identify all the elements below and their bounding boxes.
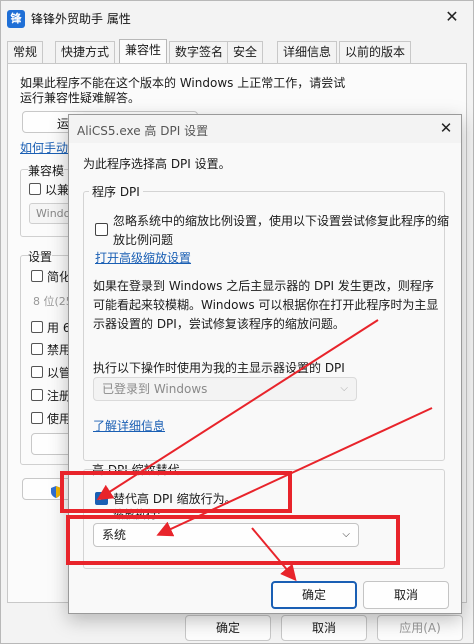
app-icon: 锋 [7,10,25,28]
scaling-mode-select[interactable]: 系统 ⌵ [93,523,359,547]
tab-shortcut[interactable]: 快捷方式 [55,41,116,63]
settings-checkbox-4[interactable] [31,366,43,378]
properties-ok-button[interactable]: 确定 [185,615,271,641]
shield-icon [51,486,61,498]
tab-digital-signature[interactable]: 数字签名 [169,41,230,63]
properties-cancel-button[interactable]: 取消 [281,615,367,641]
dialog-title: AliCS5.exe 高 DPI 设置 [77,124,209,138]
program-dpi-legend: 程序 DPI [89,183,143,200]
dialog-close-icon[interactable]: ✕ [433,117,459,139]
dpi-description-line1: 如果在登录到 Windows 之后主显示器的 DPI 发生更改，则程序 [93,279,434,293]
compat-mode-legend: 兼容模 [28,162,65,179]
override-scaling-checkbox[interactable]: ✓ [95,492,108,505]
dialog-body: 为此程序选择高 DPI 设置。 程序 DPI 忽略系统中的缩放比例设置，使用以下… [69,143,461,613]
window-title: 锋锋外贸助手 属性 [31,12,131,26]
tab-compatibility[interactable]: 兼容性 [119,39,168,64]
use-dpi-select[interactable]: 已登录到 Windows ⌵ [93,377,357,401]
settings-checkbox-2[interactable] [31,321,43,333]
scaling-performed-by-label: 缩放执行: [113,508,161,521]
settings-checkbox-6[interactable] [31,412,43,424]
dpi-description-line3: 示器设置的 DPI，尝试修复该程序的缩放问题。 [93,317,345,331]
ignore-scaling-label-line2: 放比例问题 [113,233,174,247]
dpi-settings-dialog: AliCS5.exe 高 DPI 设置 ✕ 为此程序选择高 DPI 设置。 程序… [68,114,462,614]
compat-mode-label: 以兼 [45,183,70,197]
settings-checkbox-3[interactable] [31,343,43,355]
close-icon[interactable]: ✕ [437,5,467,29]
tab-details[interactable]: 详细信息 [277,41,338,63]
use-dpi-label: 执行以下操作时使用为我的主显示器设置的 DPI [93,361,345,375]
scaling-mode-select-value: 系统 [102,528,127,542]
override-scaling-label: 替代高 DPI 缩放行为。 [113,492,237,506]
dialog-heading: 为此程序选择高 DPI 设置。 [83,157,231,171]
tab-general[interactable]: 常规 [7,41,44,63]
chevron-down-icon: ⌵ [340,383,348,394]
ignore-scaling-label-line1: 忽略系统中的缩放比例设置，使用以下设置尝试修复此程序的缩 [113,214,450,228]
dialog-ok-button[interactable]: 确定 [271,581,357,609]
learn-more-link[interactable]: 了解详细信息 [93,417,165,434]
intro-text-line2: 运行兼容性疑难解答。 [20,91,141,105]
properties-apply-button[interactable]: 应用(A) [377,615,463,641]
manual-compat-link[interactable]: 如何手动 [20,139,68,156]
dpi-description: 如果在登录到 Windows 之后主显示器的 DPI 发生更改，则程序 可能看起… [93,277,443,334]
settings-checkbox-1[interactable] [31,270,43,282]
tab-security[interactable]: 安全 [227,41,264,63]
title-bar: 锋 锋锋外贸助手 属性 ✕ [1,1,473,35]
settings-checkbox-5[interactable] [31,389,43,401]
compat-mode-checkbox[interactable] [29,183,41,195]
dialog-cancel-button[interactable]: 取消 [363,581,449,609]
tab-strip: 常规 快捷方式 兼容性 数字签名 安全 详细信息 以前的版本 [7,39,469,64]
advanced-scaling-link[interactable]: 打开高级缩放设置 [95,249,191,266]
dpi-description-line2: 可能看起来较模糊。Windows 可以根据你在打开此程序时为主显 [93,298,439,312]
settings-legend: 设置 [28,248,53,265]
tab-previous-versions[interactable]: 以前的版本 [339,41,412,63]
ignore-scaling-checkbox[interactable] [95,223,108,236]
use-dpi-select-value: 已登录到 Windows [102,382,208,396]
all-users-button[interactable] [22,478,74,500]
chevron-down-icon: ⌵ [342,529,350,540]
